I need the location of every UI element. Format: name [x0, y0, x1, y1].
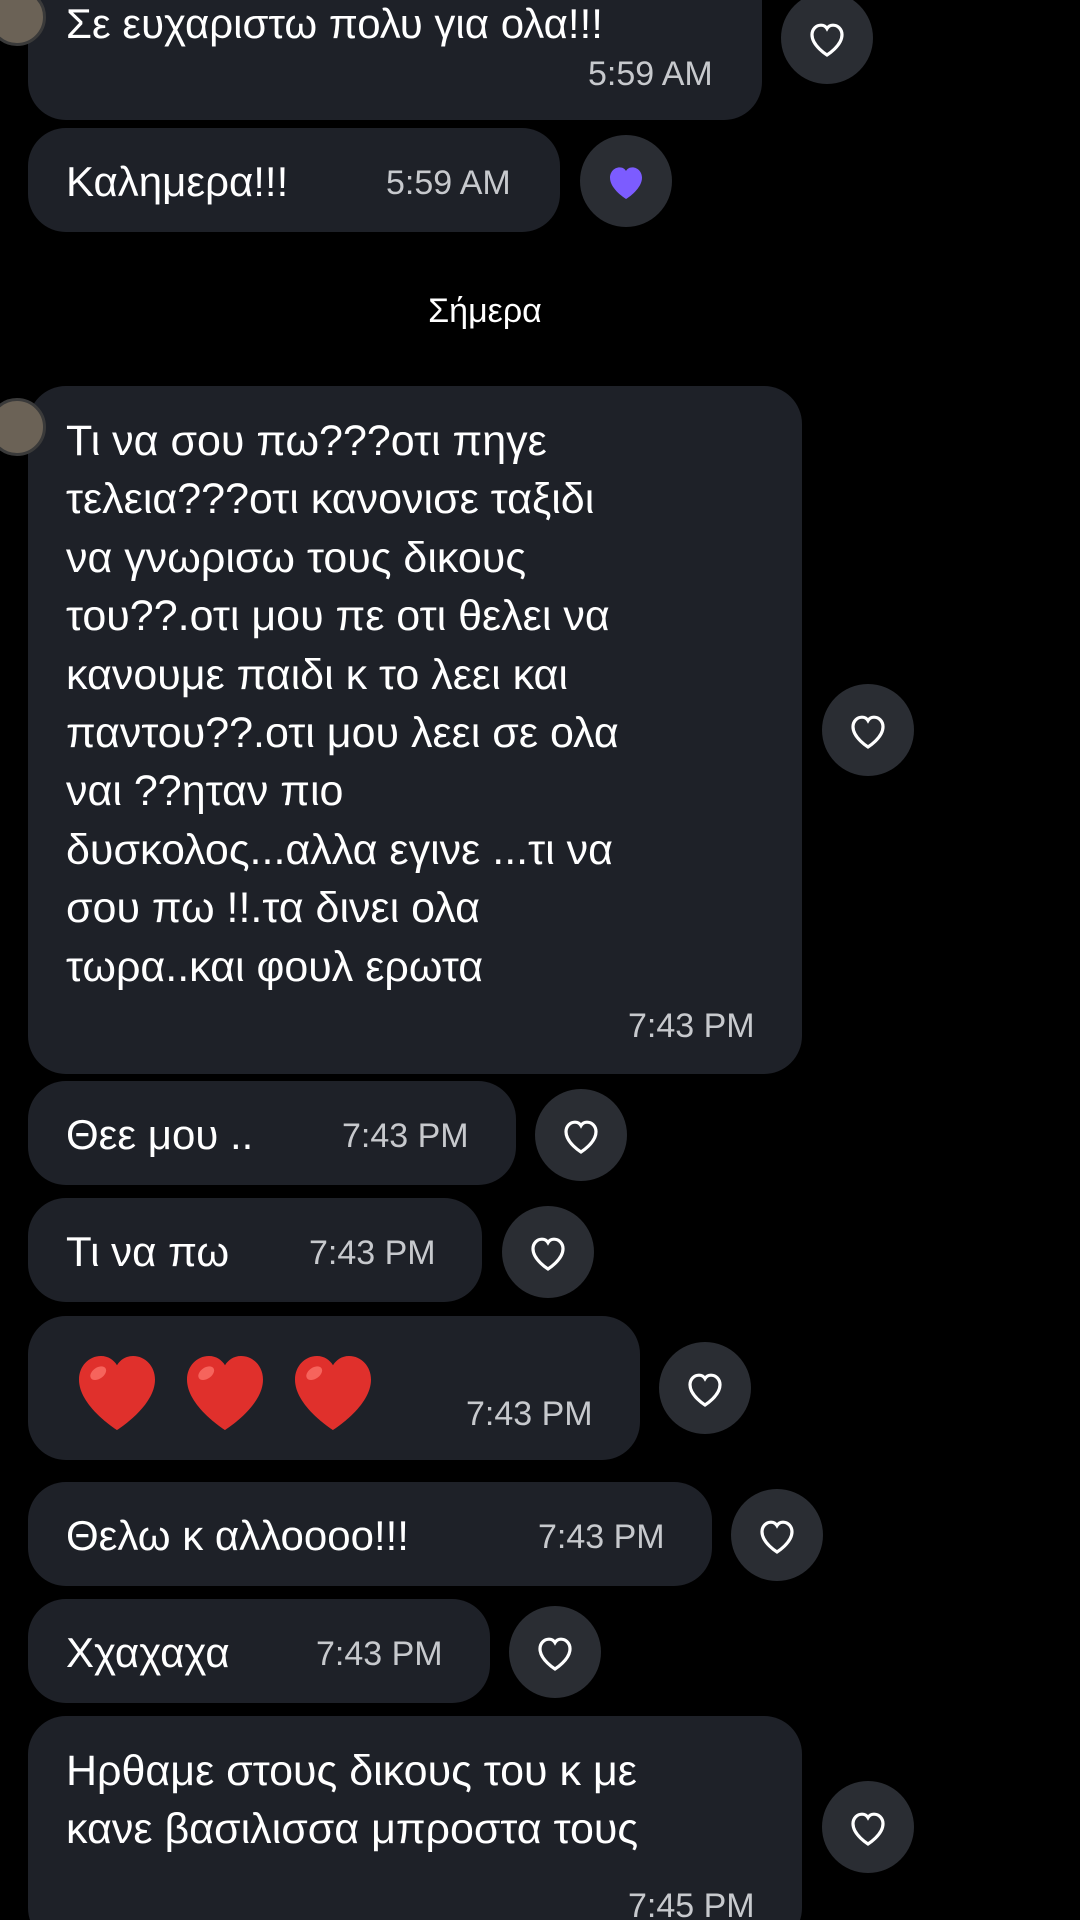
message-text: Θεε μου .. [66, 1111, 254, 1158]
avatar[interactable] [0, 398, 46, 456]
message-text: Χχαχαχα [66, 1629, 230, 1676]
message-bubble[interactable]: Σε ευχαριστω πολυ για ολα!!! 5:59 AM [0, 0, 762, 120]
heart-outline-icon [531, 1237, 565, 1271]
message-bubble[interactable]: Καλημερα!!! 5:59 AM [28, 128, 560, 232]
message-time: 7:45 PM [628, 1887, 755, 1920]
heart-outline-icon [810, 23, 844, 57]
message-text: Θελω κ αλλοooo!!! [66, 1512, 409, 1559]
message-text: Καλημερα!!! [66, 158, 289, 205]
red-heart-emoji [295, 1356, 371, 1430]
message-time: 7:43 PM [309, 1234, 436, 1272]
red-heart-emoji [187, 1356, 263, 1430]
message-text: Τι να σου πω???οτι πηγε τελεια???οτι καν… [66, 417, 619, 991]
heart-outline-icon [851, 715, 885, 749]
heart-outline-icon [760, 1520, 794, 1554]
message-text: Σε ευχαριστω πολυ για ολα!!! [66, 0, 603, 47]
message-time: 5:59 AM [386, 164, 511, 202]
message-bubble[interactable]: Θελω κ αλλοooo!!! 7:43 PM [28, 1482, 712, 1586]
heart-outline-icon [564, 1120, 598, 1154]
message-time: 5:59 AM [588, 55, 713, 93]
date-separator: Σήμερα [428, 292, 542, 330]
like-button[interactable] [781, 0, 873, 84]
like-button[interactable] [822, 1781, 914, 1873]
message-bubble[interactable]: Τι να πω 7:43 PM [28, 1198, 482, 1302]
message-time: 7:43 PM [628, 1007, 755, 1045]
like-button[interactable] [535, 1089, 627, 1181]
like-button[interactable] [659, 1342, 751, 1434]
chat-thread: Σε ευχαριστω πολυ για ολα!!! 5:59 AM Καλ… [0, 0, 1080, 1920]
message-bubble[interactable]: Τι να σου πω???οτι πηγε τελεια???οτι καν… [0, 386, 802, 1074]
avatar[interactable] [0, 0, 46, 46]
message-text: Ηρθαμε στους δικους του κ με κανε βασιλι… [66, 1747, 639, 1854]
message-text: ❤️❤️❤️ [28, 1316, 29, 1317]
heart-outline-icon [688, 1373, 722, 1407]
message-bubble[interactable]: Θεε μου .. 7:43 PM [28, 1081, 516, 1185]
message-time: 7:43 PM [466, 1395, 593, 1433]
heart-outline-icon [851, 1812, 885, 1846]
like-button-active[interactable] [580, 135, 672, 227]
message-text: Τι να πω [66, 1228, 230, 1275]
message-bubble[interactable]: Ηρθαμε στους δικους του κ με κανε βασιλι… [28, 1716, 802, 1920]
message-time: 7:43 PM [538, 1518, 665, 1556]
like-button[interactable] [731, 1489, 823, 1581]
like-button[interactable] [502, 1206, 594, 1298]
message-time: 7:43 PM [342, 1117, 469, 1155]
like-button[interactable] [509, 1606, 601, 1698]
red-heart-emoji [79, 1356, 155, 1430]
like-button[interactable] [822, 684, 914, 776]
message-bubble[interactable]: ❤️❤️❤️ 7:43 PM [28, 1316, 640, 1460]
heart-filled-icon [610, 167, 642, 199]
message-bubble[interactable]: Χχαχαχα 7:43 PM [28, 1599, 490, 1703]
heart-outline-icon [538, 1637, 572, 1671]
message-time: 7:43 PM [316, 1635, 443, 1673]
